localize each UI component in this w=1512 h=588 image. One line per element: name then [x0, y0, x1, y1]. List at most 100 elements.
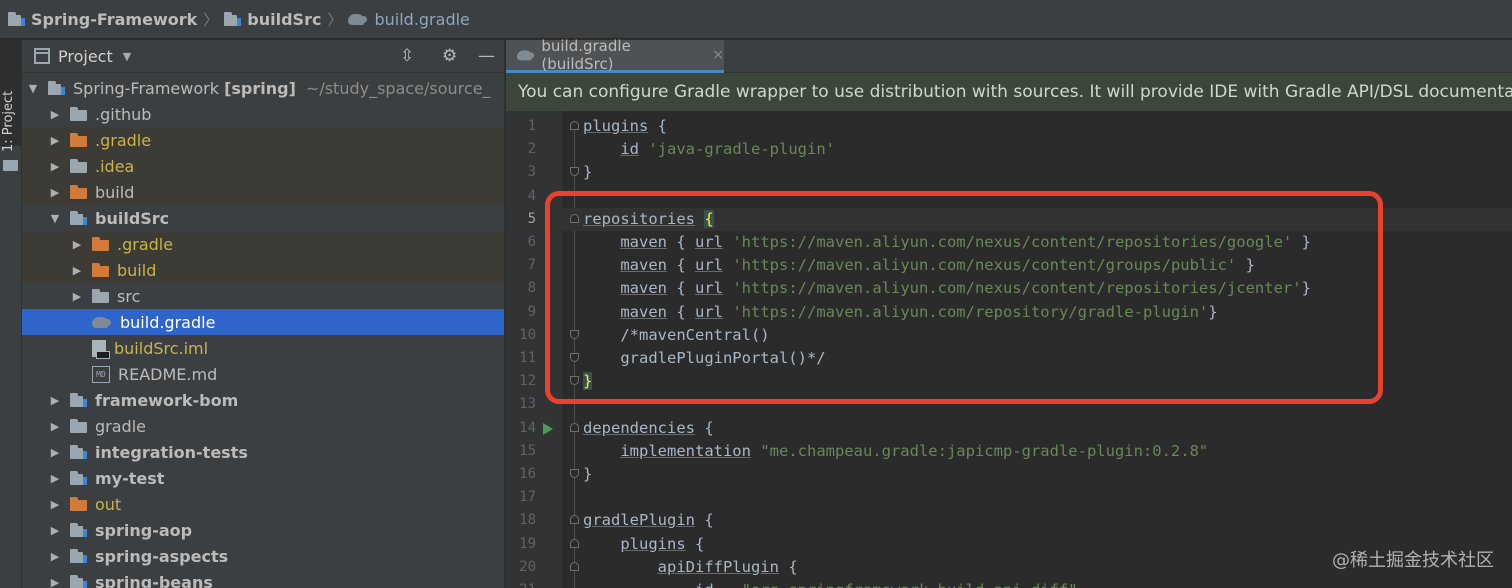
- tree-item-build-gradle[interactable]: build.gradle: [22, 309, 504, 335]
- breadcrumb-separator-icon: 〉: [203, 10, 219, 29]
- collapsed-arrow-icon[interactable]: ▶: [48, 550, 62, 563]
- tree-item-build[interactable]: ▶ build: [22, 179, 504, 205]
- code-line[interactable]: 16}: [506, 463, 1512, 486]
- line-number: 12: [519, 373, 536, 390]
- collapsed-arrow-icon[interactable]: ▶: [70, 264, 84, 277]
- folder-icon: [3, 160, 18, 171]
- breadcrumb-file[interactable]: build.gradle: [348, 10, 470, 29]
- project-tool-label: 1: Project: [1, 90, 16, 152]
- chevron-down-icon[interactable]: ▼: [123, 50, 131, 63]
- project-view-selector[interactable]: Project: [58, 47, 113, 66]
- line-number: 18: [519, 512, 536, 529]
- code-line[interactable]: 18 gradlePlugin {: [506, 509, 1512, 532]
- code-line[interactable]: 3}: [506, 161, 1512, 184]
- tree-item-out[interactable]: ▶ out: [22, 491, 504, 517]
- code-line[interactable]: 21 id = "org.springframework.build.api-d…: [506, 579, 1512, 588]
- collapsed-arrow-icon[interactable]: ▶: [48, 498, 62, 511]
- editor-tab-bar: build.gradle (buildSrc) ×: [506, 37, 1512, 73]
- breadcrumb-module[interactable]: buildSrc: [224, 10, 321, 29]
- code-line[interactable]: 2 id 'java-gradle-plugin': [506, 138, 1512, 161]
- tree-item-spring-beans[interactable]: ▶ spring-beans: [22, 569, 504, 588]
- fold-marker-icon[interactable]: [570, 121, 579, 130]
- run-gutter-icon[interactable]: [543, 422, 553, 435]
- tree-item-buildsrc[interactable]: ▼ buildSrc: [22, 205, 504, 231]
- tree-item-buildsrc-iml[interactable]: buildSrc.iml: [22, 335, 504, 361]
- fold-end-marker-icon[interactable]: [570, 469, 579, 478]
- collapsed-arrow-icon[interactable]: ▶: [48, 108, 62, 121]
- collapsed-arrow-icon[interactable]: ▶: [48, 576, 62, 588]
- iml-file-icon: [92, 339, 110, 359]
- module-folder-icon: [70, 471, 87, 485]
- collapsed-arrow-icon[interactable]: ▶: [48, 420, 62, 433]
- code-text: implementation "me.champeau.gradle:japic…: [620, 441, 1209, 460]
- watermark: @稀土掘金技术社区: [1332, 550, 1494, 571]
- line-number: 13: [519, 396, 536, 413]
- code-line[interactable]: 1 plugins {: [506, 115, 1512, 138]
- tree-item-buildsrc-build[interactable]: ▶ build: [22, 257, 504, 283]
- minimize-icon[interactable]: —: [478, 48, 495, 65]
- tool-window-stripe: 1: Project: [0, 40, 22, 588]
- excluded-folder-icon: [70, 497, 87, 511]
- collapsed-arrow-icon[interactable]: ▶: [70, 290, 84, 303]
- line-number: 11: [519, 350, 536, 366]
- expand-arrow-icon[interactable]: ▼: [48, 212, 62, 225]
- tree-item-spring-aspects[interactable]: ▶ spring-aspects: [22, 543, 504, 569]
- excluded-folder-icon: [70, 185, 87, 199]
- tree-item-src[interactable]: ▶ src: [22, 283, 504, 309]
- expand-arrow-icon[interactable]: ▼: [26, 82, 40, 95]
- tab-build-gradle[interactable]: build.gradle (buildSrc) ×: [506, 37, 724, 73]
- tree-item-gradle-dir[interactable]: ▶ .gradle: [22, 127, 504, 153]
- folder-icon: [70, 159, 87, 173]
- collapsed-arrow-icon[interactable]: ▶: [48, 394, 62, 407]
- folder-icon: [70, 419, 87, 433]
- tree-item-readme[interactable]: MD README.md: [22, 361, 504, 387]
- breadcrumb-separator-icon: 〉: [327, 10, 343, 29]
- collapsed-arrow-icon[interactable]: ▶: [48, 134, 62, 147]
- line-number: 15: [519, 442, 536, 459]
- tree-item-my-test[interactable]: ▶ my-test: [22, 465, 504, 491]
- fold-marker-icon[interactable]: [570, 515, 579, 525]
- module-folder-icon: [8, 12, 25, 26]
- highlight-annotation-box: [545, 191, 1383, 404]
- line-number: 14: [519, 419, 536, 436]
- fold-marker-icon[interactable]: [570, 538, 579, 548]
- module-folder-icon: [70, 211, 87, 225]
- gradle-elephant-icon: [516, 49, 535, 62]
- excluded-folder-icon: [92, 237, 109, 251]
- tree-item-framework-bom[interactable]: ▶ framework-bom: [22, 387, 504, 413]
- collapsed-arrow-icon[interactable]: ▶: [48, 186, 62, 199]
- line-number: 1: [527, 118, 536, 134]
- code-text: apiDiffPlugin {: [657, 557, 798, 576]
- collapsed-arrow-icon[interactable]: ▶: [48, 446, 62, 459]
- code-text: id = "org.springframework.build.api-diff…: [583, 579, 1078, 588]
- project-tool-window-button[interactable]: 1: Project: [0, 40, 22, 152]
- code-line[interactable]: 15 implementation "me.champeau.gradle:ja…: [506, 440, 1512, 463]
- line-number: 10: [519, 326, 536, 343]
- project-tree: ▼ Spring-Framework [spring] ~/study_spac…: [22, 75, 504, 588]
- gradle-wrapper-notification: You can configure Gradle wrapper to use …: [506, 73, 1512, 111]
- gear-icon[interactable]: ⚙: [442, 48, 457, 65]
- code-text: plugins {: [620, 534, 705, 553]
- collapsed-arrow-icon[interactable]: ▶: [48, 524, 62, 537]
- tree-item-integration-tests[interactable]: ▶ integration-tests: [22, 439, 504, 465]
- breadcrumb-project[interactable]: Spring-Framework: [8, 10, 197, 29]
- collapsed-arrow-icon[interactable]: ▶: [48, 160, 62, 173]
- project-panel-header: Project ▼ ⇳ ⚙ —: [22, 40, 504, 73]
- collapsed-arrow-icon[interactable]: ▶: [70, 238, 84, 251]
- tree-item-github[interactable]: ▶ .github: [22, 101, 504, 127]
- tree-item-buildsrc-gradle[interactable]: ▶ .gradle: [22, 231, 504, 257]
- tree-item-idea[interactable]: ▶ .idea: [22, 153, 504, 179]
- code-line[interactable]: 14 dependencies {: [506, 417, 1512, 440]
- close-icon[interactable]: ×: [712, 47, 724, 63]
- tree-item-spring-aop[interactable]: ▶ spring-aop: [22, 517, 504, 543]
- tree-item-spring-framework[interactable]: ▼ Spring-Framework [spring] ~/study_spac…: [22, 75, 504, 101]
- module-folder-icon: [70, 575, 87, 588]
- code-line[interactable]: 17: [506, 486, 1512, 509]
- line-number: 6: [527, 234, 536, 250]
- fold-marker-icon[interactable]: [570, 561, 579, 571]
- fold-marker-icon[interactable]: [570, 422, 579, 432]
- collapse-all-icon[interactable]: ⇳: [400, 48, 414, 65]
- module-folder-icon: [48, 81, 65, 95]
- collapsed-arrow-icon[interactable]: ▶: [48, 472, 62, 485]
- tree-item-gradle[interactable]: ▶ gradle: [22, 413, 504, 439]
